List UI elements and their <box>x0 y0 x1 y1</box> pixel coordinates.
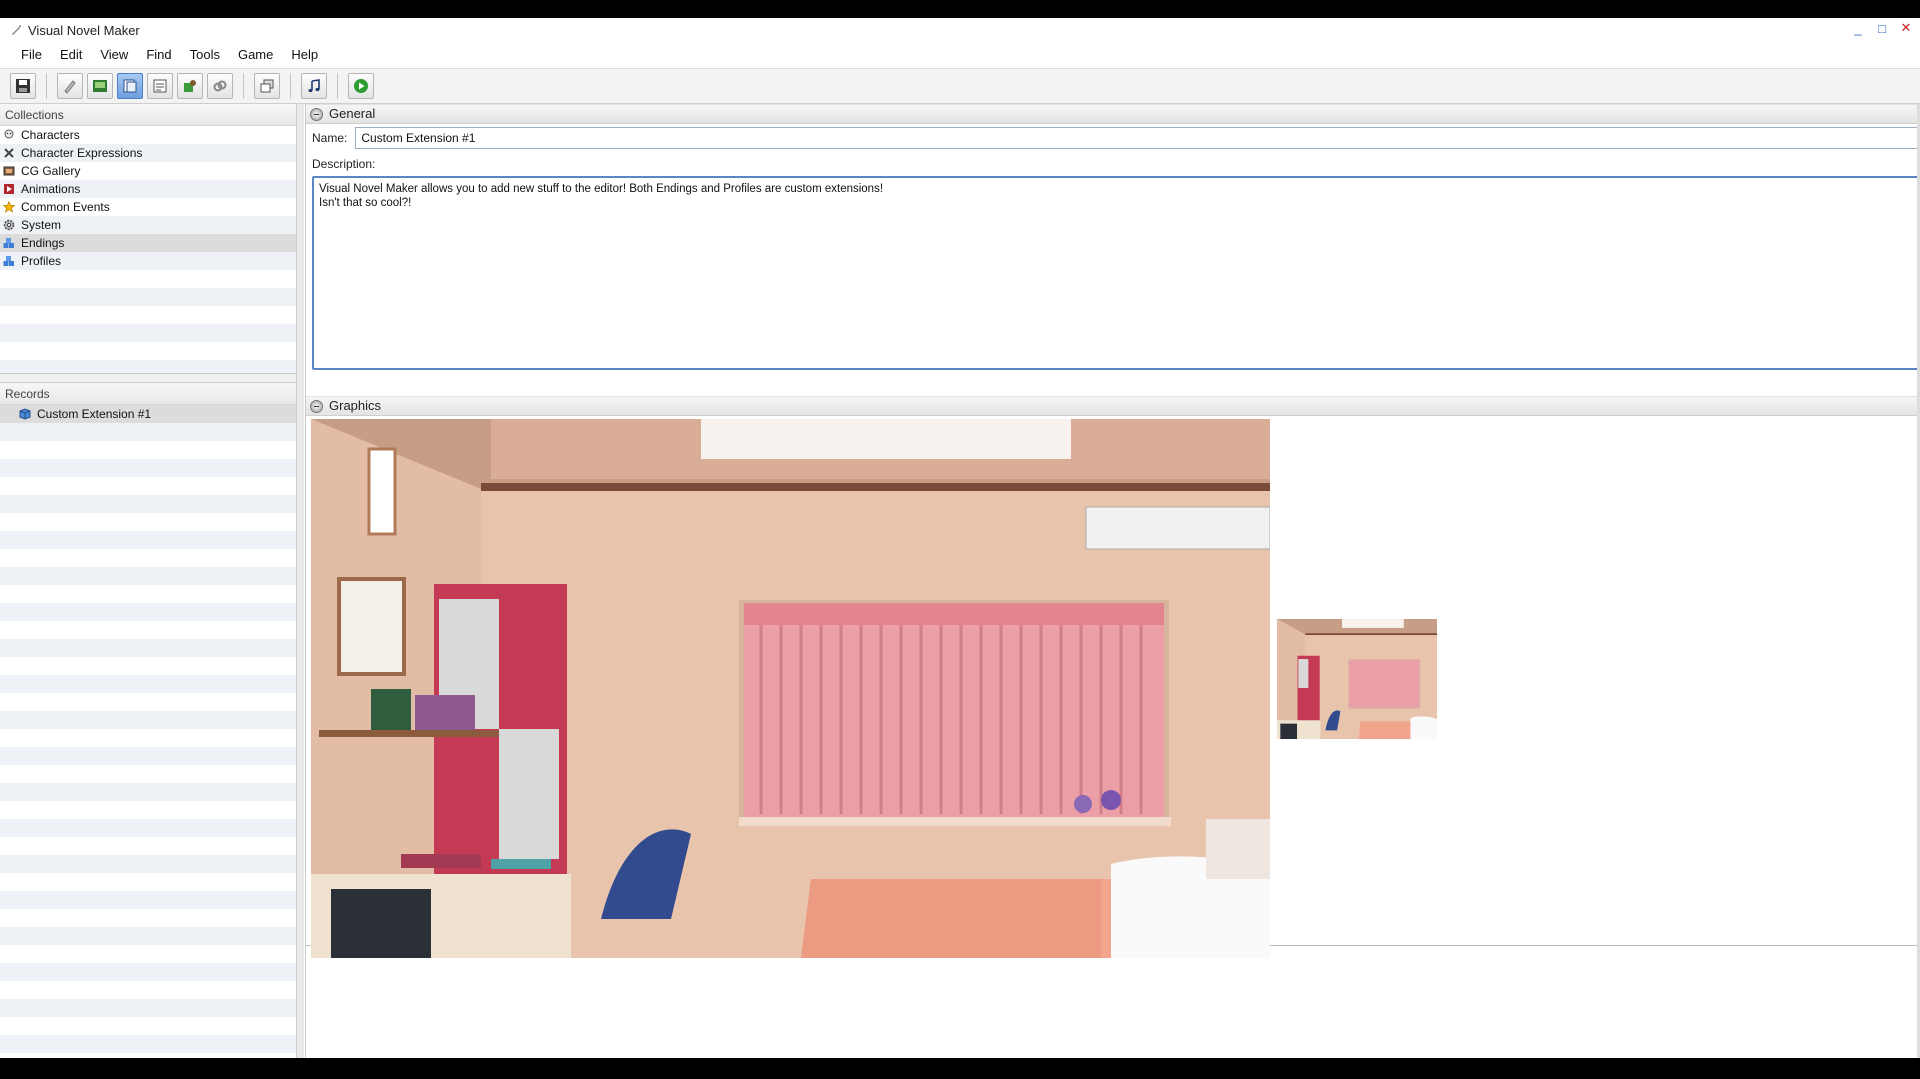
database-button[interactable] <box>117 73 143 99</box>
image-button[interactable] <box>87 73 113 99</box>
save-icon <box>16 79 30 93</box>
description-label: Description: <box>312 157 376 171</box>
star-icon <box>2 200 16 214</box>
name-field[interactable] <box>355 127 1920 149</box>
edit-button[interactable] <box>57 73 83 99</box>
collection-item-cg-gallery[interactable]: CG Gallery <box>0 162 296 180</box>
toolbar-separator <box>290 73 291 99</box>
menu-file[interactable]: File <box>12 47 51 62</box>
menu-bar: File Edit View Find Tools Game Help <box>0 42 1920 66</box>
collection-item-character-expressions[interactable]: Character Expressions <box>0 144 296 162</box>
collection-label: Endings <box>21 236 65 250</box>
character-icon <box>2 128 16 142</box>
menu-find[interactable]: Find <box>137 47 180 62</box>
name-row: Name: <box>306 124 1920 152</box>
extension-icon <box>2 236 16 250</box>
general-section-title: General <box>329 106 376 121</box>
collection-label: Profiles <box>21 254 62 268</box>
toolbar-separator <box>337 73 338 99</box>
collections-header: Collections <box>0 104 296 126</box>
left-panel: Collections Characters Character Express… <box>0 104 304 1058</box>
toolbar <box>0 68 1920 104</box>
minimize-icon[interactable]: _ <box>1850 20 1866 36</box>
collapse-general-button[interactable] <box>310 107 323 121</box>
toolbar-separator <box>46 73 47 99</box>
cube-icon <box>18 407 32 421</box>
puzzle-icon <box>184 80 196 92</box>
layers-icon <box>260 79 274 93</box>
expression-icon <box>2 146 16 160</box>
title-bar: Visual Novel Maker _ □ ✕ <box>0 18 1920 42</box>
app-icon <box>8 22 24 38</box>
collapse-graphics-button[interactable] <box>310 399 323 413</box>
menu-tools[interactable]: Tools <box>181 47 229 62</box>
record-item-custom-extension-1[interactable]: Custom Extension #1 <box>0 405 296 423</box>
gallery-icon <box>2 164 16 178</box>
plugin-button[interactable] <box>177 73 203 99</box>
collection-label: Common Events <box>21 200 110 214</box>
collection-item-profiles[interactable]: Profiles <box>0 252 296 270</box>
layers-button[interactable] <box>254 73 280 99</box>
collections-list: Characters Character Expressions CG Gall… <box>0 126 296 373</box>
right-panel: General Name: Description: Visual Novel … <box>305 104 1920 1058</box>
link-button[interactable] <box>207 73 233 99</box>
name-label: Name: <box>312 131 348 145</box>
bedroom-thumbnail <box>1277 619 1437 739</box>
play-icon <box>354 79 368 93</box>
general-section-header[interactable]: General <box>306 104 1920 124</box>
close-icon[interactable]: ✕ <box>1898 20 1914 36</box>
background-image[interactable] <box>311 419 1270 958</box>
records-header: Records <box>0 383 296 405</box>
gear-icon <box>2 218 16 232</box>
collection-item-common-events[interactable]: Common Events <box>0 198 296 216</box>
menu-help[interactable]: Help <box>282 47 327 62</box>
menu-game[interactable]: Game <box>229 47 282 62</box>
collection-item-system[interactable]: System <box>0 216 296 234</box>
app-window: Visual Novel Maker _ □ ✕ File Edit View … <box>0 18 1920 1058</box>
record-label: Custom Extension #1 <box>37 407 152 421</box>
description-field[interactable]: Visual Novel Maker allows you to add new… <box>312 176 1919 370</box>
maximize-icon[interactable]: □ <box>1874 20 1890 36</box>
collection-label: Character Expressions <box>21 146 143 160</box>
script-button[interactable] <box>147 73 173 99</box>
image-icon <box>93 80 107 92</box>
link-icon <box>213 80 227 92</box>
graphics-section-header[interactable]: Graphics <box>306 396 1920 416</box>
panel-splitter[interactable] <box>0 373 296 383</box>
window-title: Visual Novel Maker <box>28 22 140 38</box>
graphics-section: Graphics <box>306 396 1920 958</box>
extension-icon <box>2 254 16 268</box>
graphics-section-title: Graphics <box>329 398 382 413</box>
menu-edit[interactable]: Edit <box>51 47 91 62</box>
collection-label: CG Gallery <box>21 164 81 178</box>
database-icon <box>123 79 137 93</box>
collection-label: Animations <box>21 182 81 196</box>
music-icon <box>308 79 320 93</box>
thumbnail-image[interactable] <box>1277 619 1437 739</box>
animation-icon <box>2 182 16 196</box>
bedroom-illustration <box>311 419 1270 958</box>
collection-item-animations[interactable]: Animations <box>0 180 296 198</box>
music-button[interactable] <box>301 73 327 99</box>
save-button[interactable] <box>10 73 36 99</box>
records-list: Custom Extension #1 <box>0 405 296 1058</box>
toolbar-separator <box>243 73 244 99</box>
collection-item-characters[interactable]: Characters <box>0 126 296 144</box>
collection-label: System <box>21 218 62 232</box>
left-splitter[interactable] <box>296 104 304 1058</box>
menu-view[interactable]: View <box>91 47 137 62</box>
script-icon <box>153 79 167 93</box>
play-button[interactable] <box>348 73 374 99</box>
collection-label: Characters <box>21 128 80 142</box>
pen-icon <box>64 80 76 94</box>
collection-item-endings[interactable]: Endings <box>0 234 296 252</box>
